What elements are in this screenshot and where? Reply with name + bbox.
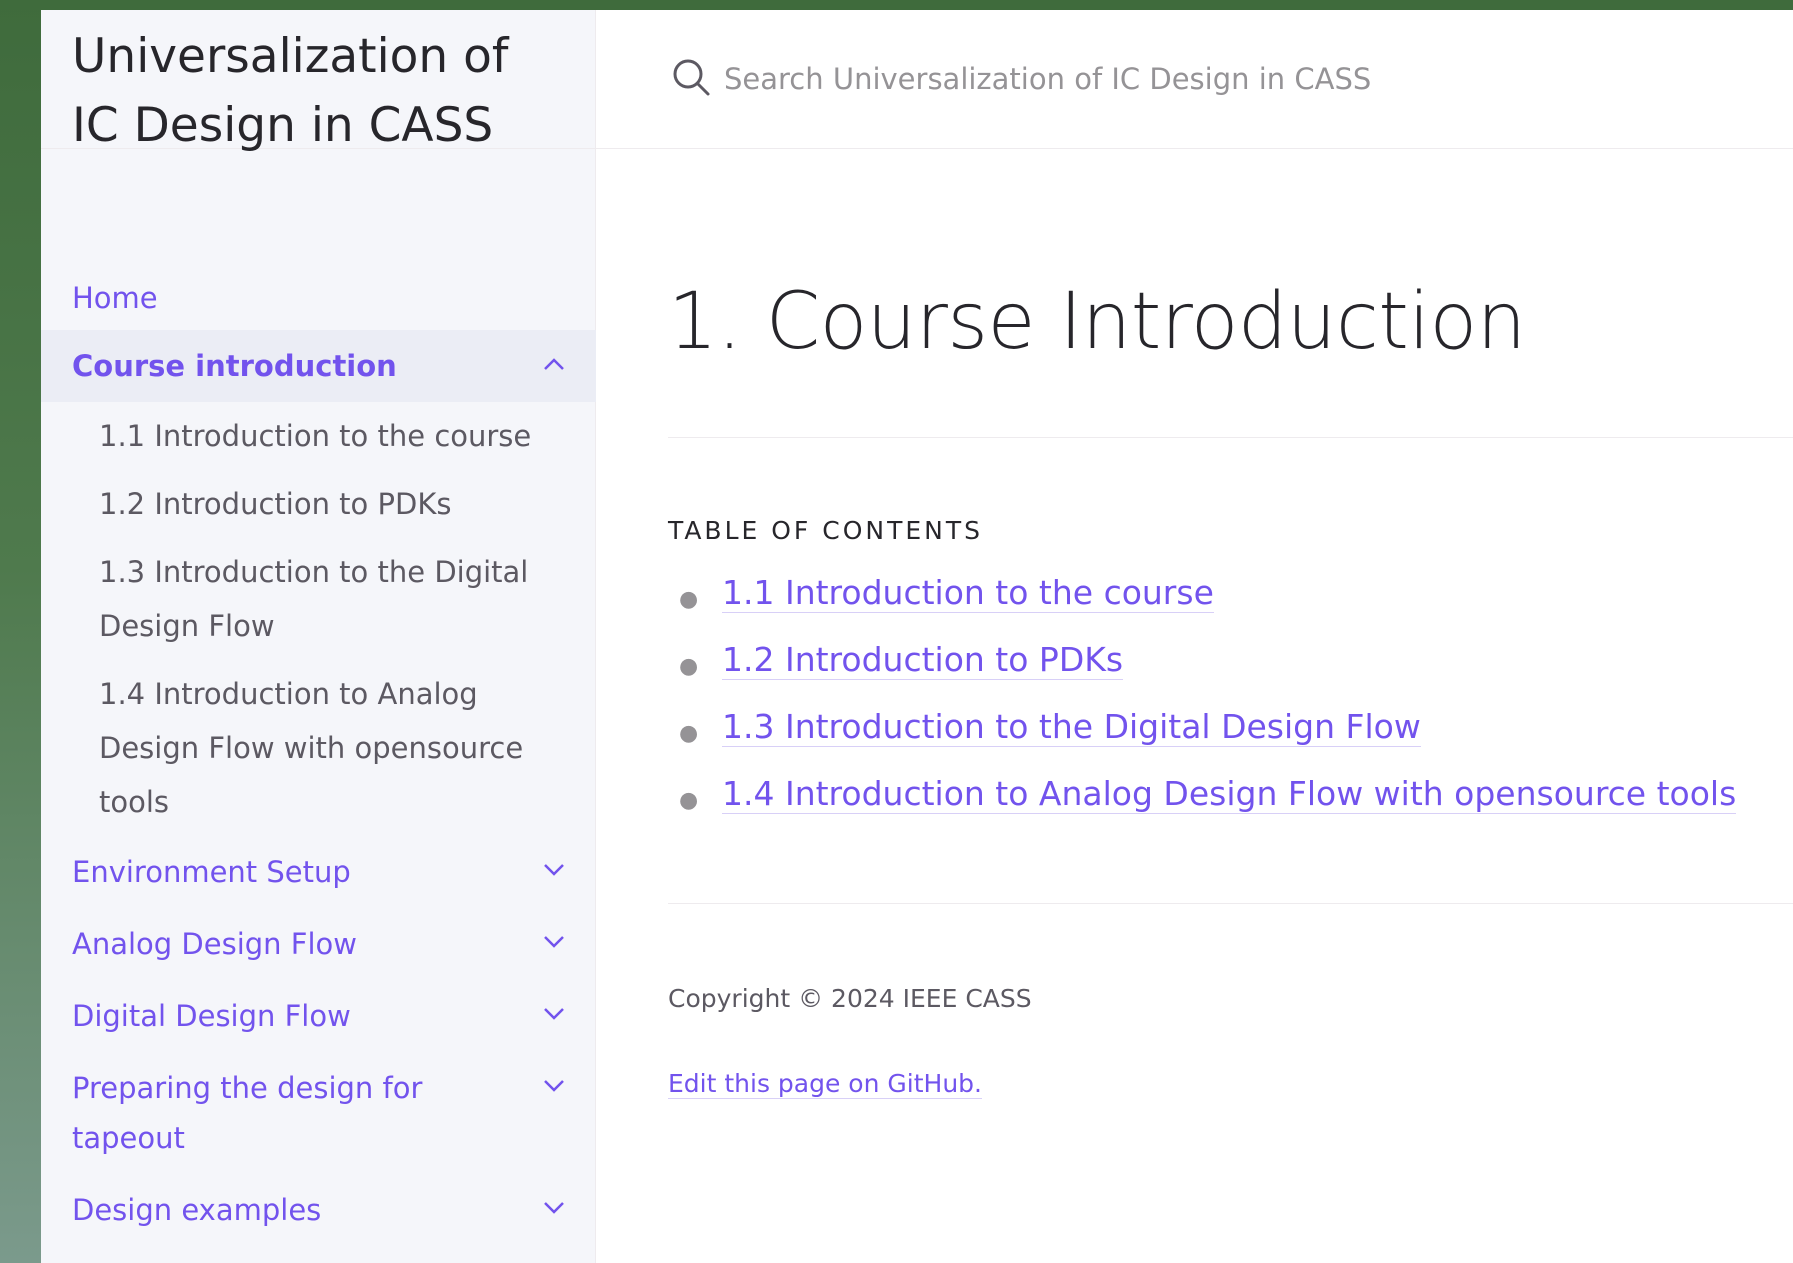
list-item: ● 1.2 Introduction to PDKs — [668, 638, 1793, 705]
chevron-down-icon[interactable] — [534, 994, 574, 1034]
sidebar-item-analog-design-flow[interactable]: Analog Design Flow — [41, 908, 596, 980]
sidebar-item-environment-setup[interactable]: Environment Setup — [41, 836, 596, 908]
sidebar-subitem-1-2[interactable]: 1.2 Introduction to PDKs — [41, 470, 596, 538]
toc-heading: Table of contents — [668, 516, 984, 545]
sidebar-item-home[interactable]: Home — [41, 266, 596, 330]
list-item: ● 1.4 Introduction to Analog Design Flow… — [668, 772, 1793, 839]
sidebar-item-course-introduction[interactable]: Course introduction — [41, 330, 596, 402]
site-title[interactable]: Universalization of IC Design in CASS — [72, 29, 508, 153]
edit-on-github-link[interactable]: Edit this page on GitHub. — [668, 1069, 982, 1099]
search-icon — [670, 56, 724, 102]
browser-content: Universalization of IC Design in CASS Ho… — [41, 10, 1793, 1263]
main-content: 1. Course Introduction Table of contents… — [668, 149, 1793, 1099]
toc-link-1-3[interactable]: 1.3 Introduction to the Digital Design F… — [722, 707, 1421, 747]
chevron-up-icon[interactable] — [534, 344, 574, 384]
divider — [668, 903, 1793, 904]
chevron-down-icon[interactable] — [534, 1188, 574, 1228]
sidebar-subitem-1-4[interactable]: 1.4 Introduction to Analog Design Flow w… — [41, 660, 596, 836]
chevron-down-icon[interactable] — [534, 850, 574, 890]
sidebar-item-design-examples[interactable]: Design examples — [41, 1174, 596, 1246]
toc-link-1-4[interactable]: 1.4 Introduction to Analog Design Flow w… — [722, 774, 1737, 814]
sidebar-nav: Home Course introduction 1.1 Introductio… — [41, 266, 596, 1246]
bullet-icon: ● — [679, 788, 699, 813]
search-input[interactable] — [724, 62, 1624, 96]
bullet-icon: ● — [679, 654, 699, 679]
toc-list: ● 1.1 Introduction to the course ● 1.2 I… — [668, 571, 1793, 839]
sidebar-item-label: Analog Design Flow — [72, 927, 357, 961]
divider — [668, 437, 1793, 438]
sidebar-item-label: Preparing the design for tapeout — [72, 1071, 423, 1155]
sidebar-item-label: Design examples — [72, 1193, 322, 1227]
bullet-icon: ● — [679, 587, 699, 612]
bullet-icon: ● — [679, 721, 699, 746]
site-header: Universalization of IC Design in CASS — [41, 10, 595, 153]
list-item: ● 1.1 Introduction to the course — [668, 571, 1793, 638]
sidebar: Universalization of IC Design in CASS Ho… — [41, 10, 596, 1263]
copyright-text: Copyright © 2024 IEEE CASS — [668, 984, 1032, 1013]
sidebar-item-digital-design-flow[interactable]: Digital Design Flow — [41, 980, 596, 1052]
sidebar-item-preparing-tapeout[interactable]: Preparing the design for tapeout — [41, 1052, 596, 1174]
toc-link-1-1[interactable]: 1.1 Introduction to the course — [722, 573, 1214, 613]
search-bar — [596, 10, 1793, 149]
chevron-down-icon[interactable] — [534, 922, 574, 962]
chevron-down-icon[interactable] — [534, 1066, 574, 1106]
sidebar-subitem-1-1[interactable]: 1.1 Introduction to the course — [41, 402, 596, 470]
list-item: ● 1.3 Introduction to the Digital Design… — [668, 705, 1793, 772]
toc-link-1-2[interactable]: 1.2 Introduction to PDKs — [722, 640, 1124, 680]
sidebar-item-label: Environment Setup — [72, 855, 351, 889]
sidebar-item-label: Course introduction — [72, 349, 397, 383]
sidebar-item-label: Digital Design Flow — [72, 999, 351, 1033]
sidebar-subitem-1-3[interactable]: 1.3 Introduction to the Digital Design F… — [41, 538, 596, 660]
page-title: 1. Course Introduction — [668, 277, 1526, 367]
